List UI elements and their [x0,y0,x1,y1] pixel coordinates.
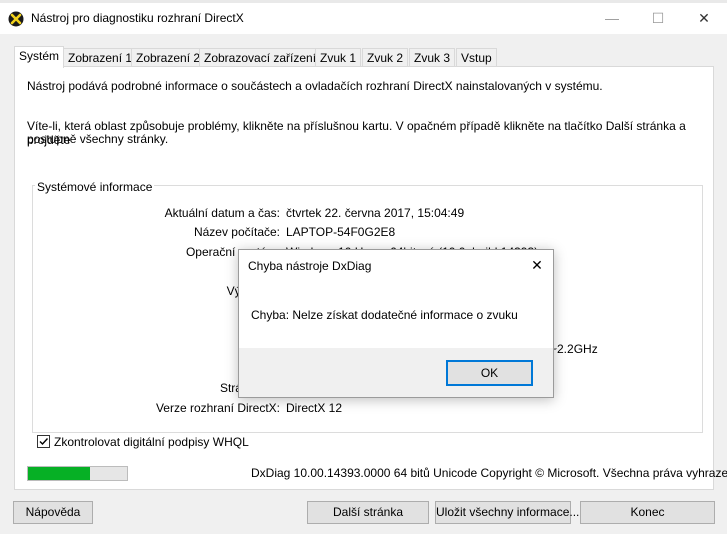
window-title: Nástroj pro diagnostiku rozhraní DirectX [31,11,244,25]
tab-display-devices[interactable]: Zobrazovací zařízení [199,48,322,67]
row-value-computer-name: LAPTOP-54F0G2E8 [286,225,396,239]
whql-checkbox[interactable] [37,435,50,448]
tab-sound-3[interactable]: Zvuk 3 [409,48,456,67]
exit-button[interactable]: Konec [580,501,715,524]
tab-display-2[interactable]: Zobrazení 2 [131,48,206,67]
whql-label: Zkontrolovat digitální podpisy WHQL [54,435,249,449]
dialog-message: Chyba: Nelze získat dodatečné informace … [251,308,518,322]
maximize-button[interactable]: ☐ [635,3,681,34]
progress-bar [27,466,128,481]
tab-system[interactable]: Systém [14,46,65,68]
save-all-info-button[interactable]: Uložit všechny informace... [435,501,579,524]
progress-fill [28,467,91,480]
error-dialog: Chyba nástroje DxDiag ✕ Chyba: Nelze zís… [238,249,554,398]
row-label-computer-name: Název počítače: [193,225,280,239]
row-label-datetime: Aktuální datum a čas: [164,206,280,220]
row-value-processor: ~2.2GHz [550,342,598,356]
copyright-text: DxDiag 10.00.14393.0000 64 bitů Unicode … [251,466,727,480]
minimize-button[interactable]: — [589,3,635,34]
row-label-directx-version: Verze rozhraní DirectX: [155,401,280,415]
dialog-title: Chyba nástroje DxDiag [248,259,372,273]
tab-input[interactable]: Vstup [456,48,497,67]
group-title: Systémové informace [35,180,155,194]
close-button[interactable]: ✕ [681,3,727,34]
intro-text-1: Nástroj podává podrobné informace o souč… [27,79,603,93]
help-button[interactable]: Nápověda [13,501,93,524]
intro-text-3: postupně všechny stránky. [27,132,169,146]
dialog-close-icon[interactable]: ✕ [521,250,553,280]
title-bar[interactable]: Nástroj pro diagnostiku rozhraní DirectX… [0,3,727,34]
checkmark-icon [39,438,49,446]
directx-icon [8,11,24,27]
tab-display-1[interactable]: Zobrazení 1 [63,48,138,67]
dialog-button-bar: OK [239,348,553,397]
row-value-directx-version: DirectX 12 [286,401,343,415]
tab-sound-1[interactable]: Zvuk 1 [315,48,362,67]
next-page-button[interactable]: Další stránka [307,501,429,524]
dialog-ok-button[interactable]: OK [446,360,533,386]
row-value-datetime: čtvrtek 22. června 2017, 15:04:49 [286,206,465,220]
tab-sound-2[interactable]: Zvuk 2 [362,48,409,67]
